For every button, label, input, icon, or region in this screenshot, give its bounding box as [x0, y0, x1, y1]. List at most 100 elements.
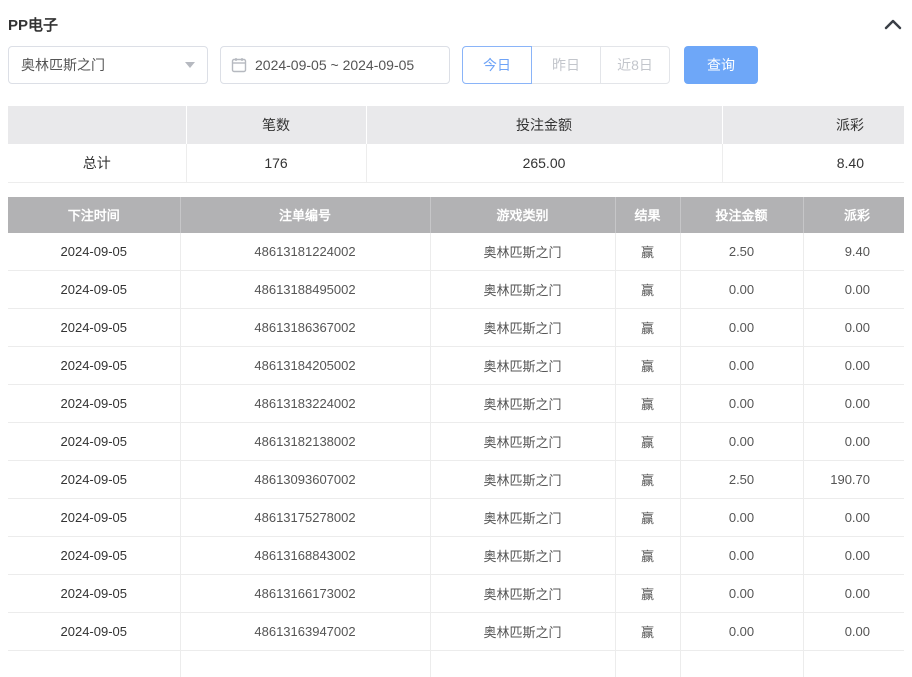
today-button[interactable]: 今日: [462, 46, 532, 84]
bet-table-body: 2024-09-0548613181224002奥林匹斯之门赢2.509.402…: [8, 233, 904, 677]
query-button[interactable]: 查询: [684, 46, 758, 84]
table-row: 2024-09-0548613175278002奥林匹斯之门赢0.000.00: [8, 499, 904, 537]
cell-bet-amount: 0.00: [680, 613, 803, 651]
cell-game-type: 奥林匹斯之门: [430, 347, 615, 385]
summary-table: 笔数 投注金额 派彩 总计 176 265.00 8.40: [8, 106, 904, 183]
summary-total-row: 总计 176 265.00 8.40: [8, 144, 904, 182]
cell-bet-time: 2024-09-05: [8, 385, 180, 423]
table-row: 2024-09-0548613163947002奥林匹斯之门赢0.000.00: [8, 613, 904, 651]
cell-bet-amount: 0.00: [680, 575, 803, 613]
header-payout: 派彩: [803, 197, 904, 233]
date-range-value: 2024-09-05 ~ 2024-09-05: [255, 57, 414, 73]
cell-result: 赢: [615, 499, 680, 537]
cell-result: 赢: [615, 423, 680, 461]
table-row: 2024-09-0548613168843002奥林匹斯之门赢0.000.00: [8, 537, 904, 575]
table-row-partial: [8, 651, 904, 677]
cell-result: 赢: [615, 385, 680, 423]
table-row: 2024-09-0548613183224002奥林匹斯之门赢0.000.00: [8, 385, 904, 423]
cell-result: 赢: [615, 461, 680, 499]
cell-empty: [680, 651, 803, 677]
summary-total-payout: 8.40: [722, 144, 904, 182]
summary-total-count: 176: [186, 144, 366, 182]
cell-order-id: 48613166173002: [180, 575, 430, 613]
cell-order-id: 48613175278002: [180, 499, 430, 537]
table-row: 2024-09-0548613186367002奥林匹斯之门赢0.000.00: [8, 309, 904, 347]
cell-empty: [180, 651, 430, 677]
cell-order-id: 48613188495002: [180, 271, 430, 309]
table-row: 2024-09-0548613181224002奥林匹斯之门赢2.509.40: [8, 233, 904, 271]
cell-game-type: 奥林匹斯之门: [430, 537, 615, 575]
cell-order-id: 48613186367002: [180, 309, 430, 347]
cell-payout: 0.00: [803, 271, 904, 309]
game-select-value: 奥林匹斯之门: [21, 55, 105, 75]
chevron-up-icon: [884, 18, 902, 30]
panel-header: PP电子: [8, 0, 904, 46]
cell-bet-time: 2024-09-05: [8, 309, 180, 347]
cell-bet-amount: 0.00: [680, 385, 803, 423]
cell-empty: [430, 651, 615, 677]
cell-result: 赢: [615, 575, 680, 613]
summary-header-row: 笔数 投注金额 派彩: [8, 106, 904, 144]
cell-payout: 0.00: [803, 347, 904, 385]
cell-bet-time: 2024-09-05: [8, 537, 180, 575]
cell-bet-time: 2024-09-05: [8, 575, 180, 613]
cell-order-id: 48613183224002: [180, 385, 430, 423]
filter-row: 奥林匹斯之门 2024-09-05 ~ 2024-09-05 今日 昨日 近8日…: [8, 46, 904, 84]
summary-total-label: 总计: [8, 144, 186, 182]
cell-game-type: 奥林匹斯之门: [430, 271, 615, 309]
last-8-days-button[interactable]: 近8日: [600, 46, 670, 84]
summary-total-bet: 265.00: [366, 144, 722, 182]
cell-order-id: 48613184205002: [180, 347, 430, 385]
table-row: 2024-09-0548613188495002奥林匹斯之门赢0.000.00: [8, 271, 904, 309]
cell-payout: 9.40: [803, 233, 904, 271]
cell-result: 赢: [615, 537, 680, 575]
yesterday-button[interactable]: 昨日: [531, 46, 601, 84]
cell-payout: 0.00: [803, 575, 904, 613]
cell-payout: 0.00: [803, 613, 904, 651]
calendar-icon: [231, 57, 247, 73]
chevron-down-icon: [185, 62, 195, 68]
cell-game-type: 奥林匹斯之门: [430, 423, 615, 461]
summary-header-bet: 投注金额: [366, 106, 722, 144]
cell-game-type: 奥林匹斯之门: [430, 461, 615, 499]
collapse-panel-button[interactable]: [884, 18, 902, 30]
cell-bet-time: 2024-09-05: [8, 347, 180, 385]
summary-header-count: 笔数: [186, 106, 366, 144]
cell-result: 赢: [615, 347, 680, 385]
cell-order-id: 48613168843002: [180, 537, 430, 575]
cell-result: 赢: [615, 613, 680, 651]
game-select[interactable]: 奥林匹斯之门: [8, 46, 208, 84]
summary-header-payout: 派彩: [722, 106, 904, 144]
date-range-input[interactable]: 2024-09-05 ~ 2024-09-05: [220, 46, 450, 84]
cell-result: 赢: [615, 271, 680, 309]
cell-order-id: 48613163947002: [180, 613, 430, 651]
cell-game-type: 奥林匹斯之门: [430, 575, 615, 613]
cell-game-type: 奥林匹斯之门: [430, 233, 615, 271]
cell-empty: [803, 651, 904, 677]
cell-order-id: 48613181224002: [180, 233, 430, 271]
cell-game-type: 奥林匹斯之门: [430, 613, 615, 651]
cell-bet-amount: 2.50: [680, 461, 803, 499]
cell-bet-time: 2024-09-05: [8, 613, 180, 651]
cell-bet-amount: 0.00: [680, 537, 803, 575]
cell-bet-amount: 0.00: [680, 309, 803, 347]
table-row: 2024-09-0548613182138002奥林匹斯之门赢0.000.00: [8, 423, 904, 461]
cell-game-type: 奥林匹斯之门: [430, 499, 615, 537]
summary-header-empty: [8, 106, 186, 144]
cell-bet-time: 2024-09-05: [8, 233, 180, 271]
header-order-id: 注单编号: [180, 197, 430, 233]
header-result: 结果: [615, 197, 680, 233]
cell-bet-amount: 0.00: [680, 347, 803, 385]
cell-bet-amount: 2.50: [680, 233, 803, 271]
cell-empty: [615, 651, 680, 677]
cell-bet-time: 2024-09-05: [8, 461, 180, 499]
cell-bet-time: 2024-09-05: [8, 423, 180, 461]
table-row: 2024-09-0548613166173002奥林匹斯之门赢0.000.00: [8, 575, 904, 613]
cell-bet-amount: 0.00: [680, 499, 803, 537]
cell-game-type: 奥林匹斯之门: [430, 309, 615, 347]
cell-bet-amount: 0.00: [680, 271, 803, 309]
cell-payout: 0.00: [803, 385, 904, 423]
cell-payout: 0.00: [803, 499, 904, 537]
cell-result: 赢: [615, 233, 680, 271]
cell-payout: 0.00: [803, 537, 904, 575]
